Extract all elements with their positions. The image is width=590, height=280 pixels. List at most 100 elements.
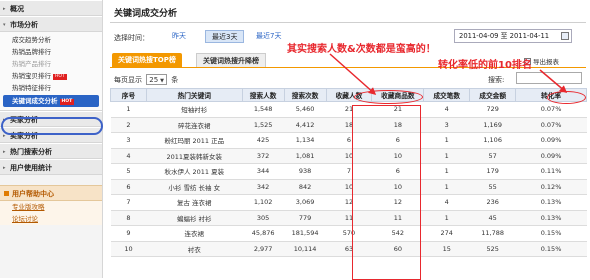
annotation-left: 其实搜索人数&次数都是蛮高的！ bbox=[287, 44, 436, 55]
sidebar-submenu: 成交趋势分析 热销品牌排行 热销产品排行 热销宝贝排行 HOT 热销特征排行 关键… bbox=[0, 32, 102, 111]
cell-keyword: 秋水伊人 2011 夏装 bbox=[146, 163, 243, 180]
table-header-row: 序号 热门关键词 搜索人数 搜索次数 收藏人数 收藏商品数 成交笔数 成交金额 … bbox=[110, 88, 587, 102]
sidebar-item-goods-rank[interactable]: 热销宝贝排行 HOT bbox=[0, 70, 102, 82]
tab-hot-top[interactable]: 关键词热搜TOP榜 bbox=[112, 53, 182, 67]
table-row[interactable]: 7 复古 连衣裙 1,102 3,069 12 12 4 236 0.13% bbox=[110, 194, 587, 211]
table-row[interactable]: 4 2011夏装韩新女装 372 1,081 10 10 1 57 0.09% bbox=[110, 148, 587, 164]
col-header-keyword[interactable]: 热门关键词 bbox=[145, 88, 243, 102]
col-header-orders[interactable]: 成交笔数 bbox=[423, 88, 471, 102]
col-header-index[interactable]: 序号 bbox=[110, 88, 147, 102]
sidebar-item-keyword-analysis[interactable]: 关键词成交分析 HOT bbox=[3, 95, 99, 107]
table-row[interactable]: 3 粉红玛丽 2011 正品 425 1,134 6 6 1 1,106 0.09% bbox=[110, 132, 587, 149]
cell-keyword: 2011夏装韩新女装 bbox=[146, 148, 243, 164]
cell-keyword: 小衫 雪纺 长袖 女 bbox=[146, 179, 243, 195]
cell-revenue: 729 bbox=[469, 101, 516, 118]
sidebar-section-usage[interactable]: ▸ 用户使用统计 bbox=[0, 159, 102, 175]
divider bbox=[110, 22, 586, 23]
annotation-ellipse-sidebar bbox=[1, 117, 103, 135]
date-range-picker[interactable]: 2011-04-09 至 2011-04-11 bbox=[454, 29, 572, 43]
sidebar-item-brand-rank[interactable]: 热销品牌排行 bbox=[0, 46, 102, 58]
table-row[interactable]: 1 短袖衬衫 1,548 5,460 21 21 4 729 0.07% bbox=[110, 101, 587, 118]
chevron-down-icon: ▼ bbox=[160, 78, 165, 84]
sidebar-section-search[interactable]: ▸ 热门搜索分析 bbox=[0, 143, 102, 159]
calendar-icon[interactable] bbox=[561, 32, 569, 40]
date-range-value: 2011-04-09 至 2011-04-11 bbox=[459, 32, 550, 40]
cell-keyword: 碎花连衣裙 bbox=[146, 117, 243, 133]
cell-index: 4 bbox=[110, 148, 147, 164]
range-7days-button[interactable]: 最近7天 bbox=[250, 30, 287, 43]
annotation-ellipse-conversion-header bbox=[547, 91, 586, 104]
cell-searchers: 45,876 bbox=[242, 225, 285, 242]
cell-orders: 15 bbox=[423, 241, 470, 257]
cell-keyword: 短袖衬衫 bbox=[146, 101, 243, 118]
help-square-icon bbox=[4, 191, 9, 196]
range-yesterday-button[interactable]: 昨天 bbox=[166, 30, 192, 43]
cell-searches: 3,069 bbox=[284, 194, 327, 211]
sidebar-item-trend[interactable]: 成交趋势分析 bbox=[0, 34, 102, 46]
cell-index: 3 bbox=[110, 132, 147, 149]
page-size-select[interactable]: 25 ▼ bbox=[146, 74, 168, 85]
cell-conversion: 0.07% bbox=[515, 101, 587, 118]
cell-searches: 842 bbox=[284, 179, 327, 195]
search-label: 搜索: bbox=[488, 76, 505, 84]
range-3days-button[interactable]: 最近3天 bbox=[205, 30, 245, 43]
table-row[interactable]: 6 小衫 雪纺 长袖 女 342 842 10 10 1 55 0.12% bbox=[110, 179, 587, 195]
sidebar-item-label: 热销产品排行 bbox=[12, 60, 51, 68]
cell-orders: 1 bbox=[423, 148, 470, 164]
cell-orders: 3 bbox=[423, 117, 470, 133]
help-link-guide[interactable]: 专业版攻略 bbox=[0, 201, 102, 213]
sidebar-item-product-rank[interactable]: 热销产品排行 bbox=[0, 58, 102, 70]
table-row[interactable]: 8 蝙蝠衫 衬衫 305 779 11 11 1 45 0.13% bbox=[110, 210, 587, 226]
table-body: 1 短袖衬衫 1,548 5,460 21 21 4 729 0.07% 2 碎花连衣裙 1,525 4… bbox=[110, 101, 587, 257]
cell-conversion: 0.07% bbox=[515, 117, 587, 133]
sidebar-item-label: 热销宝贝排行 bbox=[12, 72, 51, 80]
expand-arrow-icon: ▸ bbox=[3, 165, 6, 171]
range-label: 选择时间： bbox=[114, 34, 149, 42]
cell-index: 2 bbox=[110, 117, 147, 133]
table-row[interactable]: 2 碎花连衣裙 1,525 4,412 18 18 3 1,169 0.07% bbox=[110, 117, 587, 133]
col-header-searchers[interactable]: 搜索人数 bbox=[241, 88, 285, 102]
tab-hot-change[interactable]: 关键词热搜升降榜 bbox=[196, 53, 266, 67]
expand-arrow-icon: ▸ bbox=[3, 6, 6, 12]
cell-index: 10 bbox=[110, 241, 147, 257]
hot-badge: HOT bbox=[59, 99, 75, 105]
sidebar-item-label: 热销品牌排行 bbox=[12, 48, 51, 56]
col-header-searches[interactable]: 搜索次数 bbox=[283, 88, 327, 102]
search-input[interactable] bbox=[516, 72, 582, 84]
cell-searches: 181,594 bbox=[284, 225, 327, 242]
cell-revenue: 1,106 bbox=[469, 132, 516, 149]
cell-searches: 1,081 bbox=[284, 148, 327, 164]
sidebar-item-label: 热销特征排行 bbox=[12, 84, 51, 92]
cell-searches: 10,114 bbox=[284, 241, 327, 257]
sidebar-item-label: 关键词成交分析 bbox=[12, 97, 58, 105]
cell-searches: 4,412 bbox=[284, 117, 327, 133]
cell-orders: 1 bbox=[423, 210, 470, 226]
sidebar-section-market[interactable]: ▾ 市场分析 bbox=[0, 16, 102, 32]
sidebar-item-feature-rank[interactable]: 热销特征排行 bbox=[0, 82, 102, 94]
table-row[interactable]: 9 连衣裙 45,876 181,594 570 542 274 11,788 0.15% bbox=[110, 225, 587, 242]
export-label: 导出报表 bbox=[533, 58, 559, 66]
cell-keyword: 衬衣 bbox=[146, 241, 243, 257]
cell-conversion: 0.15% bbox=[515, 225, 587, 242]
cell-searchers: 425 bbox=[242, 132, 285, 149]
cell-keyword: 蝙蝠衫 衬衫 bbox=[146, 210, 243, 226]
cell-searchers: 372 bbox=[242, 148, 285, 164]
cell-searchers: 1,548 bbox=[242, 101, 285, 118]
help-center-header: 用户帮助中心 bbox=[0, 185, 102, 201]
cell-index: 6 bbox=[110, 179, 147, 195]
page-size-suffix: 条 bbox=[171, 76, 179, 84]
sidebar-section-label: 概况 bbox=[10, 5, 24, 13]
cell-searchers: 1,525 bbox=[242, 117, 285, 133]
cell-index: 9 bbox=[110, 225, 147, 242]
sidebar-section-overview[interactable]: ▸ 概况 bbox=[0, 0, 102, 16]
help-link-forum[interactable]: 论坛讨论 bbox=[0, 213, 102, 225]
cell-searchers: 2,977 bbox=[242, 241, 285, 257]
cell-revenue: 57 bbox=[469, 148, 516, 164]
table-row[interactable]: 5 秋水伊人 2011 夏装 344 938 7 6 1 179 0.11% bbox=[110, 163, 587, 180]
cell-revenue: 11,788 bbox=[469, 225, 516, 242]
col-header-revenue[interactable]: 成交金额 bbox=[469, 88, 517, 102]
collapse-arrow-icon: ▾ bbox=[3, 22, 6, 28]
page-size-control: 每页显示 25 ▼ 条 bbox=[114, 74, 178, 85]
sidebar-section-label: 热门搜索分析 bbox=[10, 148, 52, 156]
table-row[interactable]: 10 衬衣 2,977 10,114 63 60 15 525 0.15% bbox=[110, 241, 587, 257]
